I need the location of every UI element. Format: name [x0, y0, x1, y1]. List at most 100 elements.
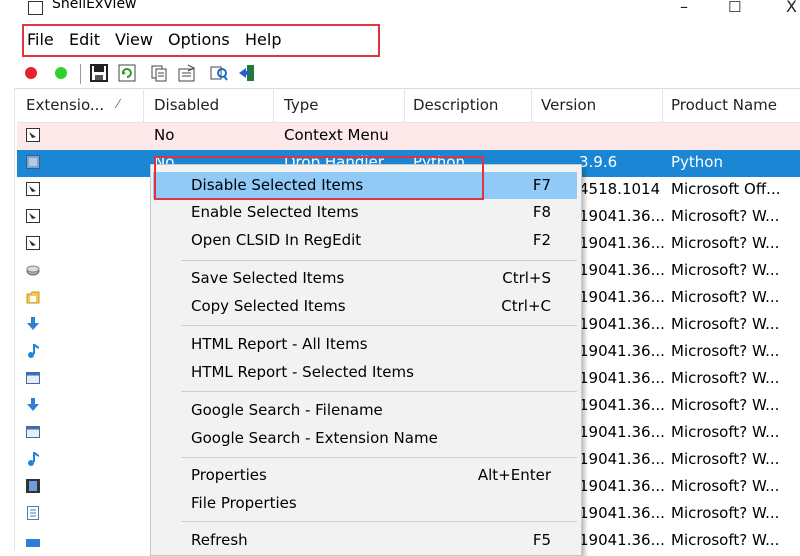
column-type[interactable]: Type [284, 96, 318, 114]
menu-html-report-selected-items[interactable]: HTML Report - Selected Items [153, 359, 577, 386]
toolbar-separator [80, 64, 81, 84]
menu-separator [181, 521, 577, 522]
column-divider[interactable] [143, 90, 144, 122]
menu-item-label: Enable Selected Items [191, 203, 359, 221]
context-menu: Disable Selected Items F7 Enable Selecte… [150, 164, 582, 556]
cell-product-name: Microsoft? W... [671, 504, 780, 522]
column-product-name[interactable]: Product Name [671, 96, 777, 114]
cell-version: 19041.36... [579, 207, 665, 225]
cell-product-name: Microsoft? W... [671, 207, 780, 225]
green-dot-icon[interactable] [55, 67, 67, 79]
shell-doc-icon [26, 182, 40, 196]
shell-doc-icon [26, 128, 40, 142]
cell-product-name: Microsoft? W... [671, 477, 780, 495]
menu-google-search-extension-name[interactable]: Google Search - Extension Name [153, 425, 577, 452]
cell-version: 3.9.6 [579, 153, 618, 171]
column-divider[interactable] [404, 90, 405, 122]
refresh-icon[interactable] [118, 64, 136, 82]
menu-open-clsid-in-regedit[interactable]: Open CLSID In RegEdit F2 [153, 227, 577, 254]
menu-item-label: HTML Report - All Items [191, 335, 368, 353]
folder-icon [26, 290, 40, 304]
cell-product-name: Microsoft? W... [671, 261, 780, 279]
column-extension[interactable]: Extensio... [26, 96, 104, 114]
blue-bar-icon [26, 533, 40, 547]
cell-version: 19041.36... [579, 450, 665, 468]
menu-separator [181, 457, 577, 458]
minimize-button[interactable]: – [680, 0, 688, 16]
menu-item-shortcut: Ctrl+C [501, 297, 551, 315]
window-icon [26, 371, 40, 385]
menu-item-shortcut: F7 [532, 176, 551, 194]
shell-doc-icon [26, 209, 40, 223]
cell-product-name: Microsoft? W... [671, 342, 780, 360]
column-version[interactable]: Version [541, 96, 596, 114]
menu-item-label: Refresh [191, 531, 248, 549]
menu-html-report-all-items[interactable]: HTML Report - All Items [153, 331, 577, 358]
left-margin [0, 88, 14, 550]
properties-icon[interactable] [178, 64, 196, 82]
cell-product-name: Microsoft? W... [671, 369, 780, 387]
cell-version: 19041.36... [579, 504, 665, 522]
cell-version: 19041.36... [579, 342, 665, 360]
menu-item-label: Copy Selected Items [191, 297, 346, 315]
close-button[interactable]: X [786, 0, 797, 16]
cell-product-name: Microsoft Off... [671, 180, 781, 198]
copy-icon[interactable] [150, 64, 168, 82]
cell-version: 19041.36... [579, 234, 665, 252]
menu-annotation-box [22, 24, 380, 57]
exit-icon[interactable] [238, 64, 256, 82]
menu-item-label: HTML Report - Selected Items [191, 363, 414, 381]
save-icon[interactable] [90, 64, 108, 82]
menu-copy-selected-items[interactable]: Copy Selected Items Ctrl+C [153, 293, 577, 320]
menu-item-shortcut: Ctrl+S [502, 269, 551, 287]
cell-version: 19041.36... [579, 315, 665, 333]
menu-enable-selected-items[interactable]: Enable Selected Items F8 [153, 199, 577, 226]
menu-item-shortcut: F5 [532, 531, 551, 549]
cell-version: 19041.36... [579, 531, 665, 549]
cell-type: Context Menu [284, 126, 389, 144]
cell-version: 19041.36... [579, 261, 665, 279]
cell-product-name: Microsoft? W... [671, 315, 780, 333]
cell-product-name: Microsoft? W... [671, 288, 780, 306]
menu-item-label: Save Selected Items [191, 269, 345, 287]
music-note-icon [26, 344, 40, 358]
column-description[interactable]: Description [413, 96, 498, 114]
menu-save-selected-items[interactable]: Save Selected Items Ctrl+S [153, 265, 577, 292]
maximize-button[interactable]: ☐ [728, 0, 741, 16]
column-divider[interactable] [662, 90, 663, 122]
cell-version: 19041.36... [579, 369, 665, 387]
cell-version: 4518.1014 [579, 180, 661, 198]
toolbar [0, 58, 800, 89]
window-title: ShellExView [52, 0, 137, 12]
cell-version: 19041.36... [579, 477, 665, 495]
table-row[interactable]: No Context Menu [17, 123, 800, 150]
shell-doc-icon [26, 236, 40, 250]
cell-product-name: Microsoft? W... [671, 450, 780, 468]
cell-version: 19041.36... [579, 423, 665, 441]
column-disabled[interactable]: Disabled [154, 96, 219, 114]
menu-google-search-filename[interactable]: Google Search - Filename [153, 397, 577, 424]
red-dot-icon[interactable] [25, 67, 37, 79]
search-icon[interactable] [210, 64, 228, 82]
menu-item-label: File Properties [191, 494, 297, 512]
cell-version: 19041.36... [579, 396, 665, 414]
sort-indicator-icon: ⁄ [117, 97, 120, 111]
cell-product-name: Microsoft? W... [671, 396, 780, 414]
cell-product-name: Python [671, 153, 723, 171]
window-icon [26, 425, 40, 439]
menu-separator [181, 325, 577, 326]
menu-separator [181, 260, 577, 261]
table-header: Extensio... ⁄ Disabled Type Description … [17, 90, 800, 123]
menu-properties[interactable]: Properties Alt+Enter [153, 462, 577, 489]
cell-product-name: Microsoft? W... [671, 423, 780, 441]
menu-item-shortcut: Alt+Enter [477, 466, 551, 484]
down-arrow-icon [26, 398, 40, 412]
menu-item-label: Properties [191, 466, 267, 484]
cell-product-name: Microsoft? W... [671, 531, 780, 549]
menu-item-shortcut: F8 [532, 203, 551, 221]
column-divider[interactable] [531, 90, 532, 122]
menu-item-label: Google Search - Filename [191, 401, 383, 419]
menu-file-properties[interactable]: File Properties [153, 490, 577, 517]
film-icon [26, 479, 40, 493]
column-divider[interactable] [273, 90, 274, 122]
